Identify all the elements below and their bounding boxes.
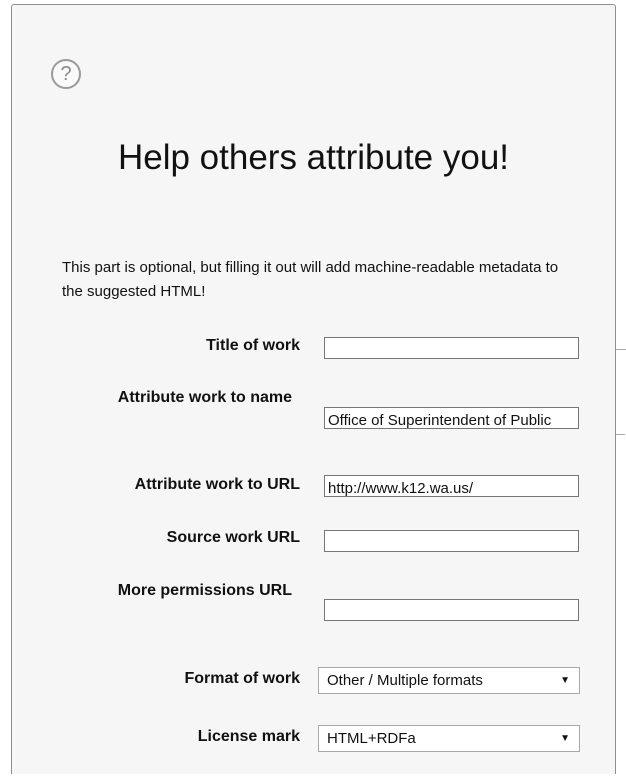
permissions-url-input[interactable] <box>324 599 579 621</box>
license-mark-label: License mark <box>197 728 300 745</box>
source-url-label: Source work URL <box>166 529 300 546</box>
attribute-name-label: Attribute work to name <box>117 389 292 406</box>
format-of-work-value: Other / Multiple formats <box>327 672 483 689</box>
title-of-work-input[interactable] <box>324 337 579 359</box>
adjacent-panel-edge-lower <box>615 434 625 435</box>
attribute-name-input[interactable]: Office of Superintendent of Public Instr… <box>324 407 579 429</box>
format-of-work-select[interactable]: Other / Multiple formats ▼ <box>318 667 580 694</box>
title-of-work-label: Title of work <box>206 337 300 354</box>
intro-text: This part is optional, but filling it ou… <box>62 259 559 300</box>
license-mark-select[interactable]: HTML+RDFa ▼ <box>318 725 580 752</box>
triangle-down-icon: ▼ <box>560 675 570 686</box>
attribute-url-input[interactable]: http://www.k12.wa.us/ <box>324 475 579 497</box>
permissions-url-label: More permissions URL <box>117 582 292 599</box>
source-url-input[interactable] <box>324 530 579 552</box>
panel-heading: Help others attribute you! <box>117 138 510 177</box>
adjacent-panel-edge <box>615 262 626 350</box>
triangle-down-icon: ▼ <box>560 733 570 744</box>
attribute-url-label: Attribute work to URL <box>134 476 300 493</box>
format-of-work-label: Format of work <box>184 670 300 687</box>
help-question-icon[interactable]: ? <box>51 59 81 89</box>
license-mark-value: HTML+RDFa <box>327 730 416 747</box>
